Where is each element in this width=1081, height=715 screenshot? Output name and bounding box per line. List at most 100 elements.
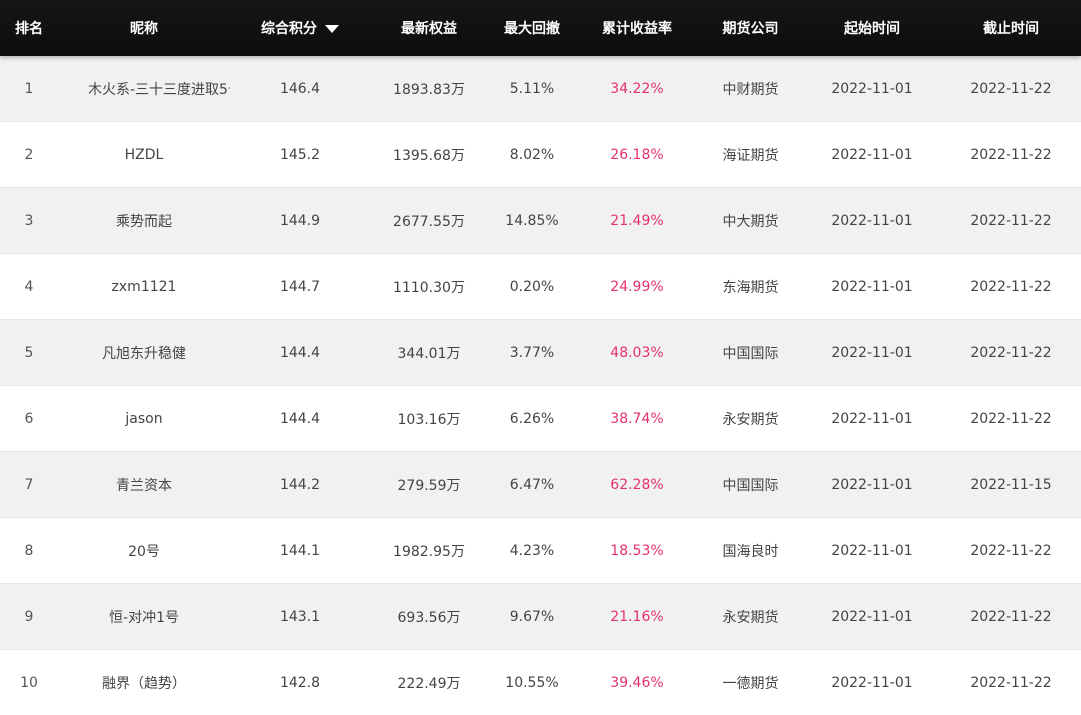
- row-name[interactable]: zxm1121: [58, 254, 230, 319]
- row-name[interactable]: HZDL: [58, 122, 230, 187]
- table-row[interactable]: 9 恒-对冲1号 143.1 693.56万 9.67% 21.16% 永安期货 2022-1…: [0, 584, 1081, 650]
- row-end-date: 2022-11-22: [970, 410, 1052, 427]
- ranking-board: 排名 昵称 综合积分 最新权益 最大回撤 累计收益率 期货公司 起始时间 截止时…: [0, 0, 1081, 715]
- table-row[interactable]: 5 凡旭东升稳健 144.4 344.01万 3.77% 48.03% 中国国际 2022-1…: [0, 320, 1081, 386]
- row-name[interactable]: 青兰资本: [58, 452, 230, 517]
- row-drawdown: 6.26%: [509, 410, 555, 427]
- row-equity: 103.16万: [397, 411, 461, 428]
- row-score: 142.8: [279, 674, 321, 691]
- row-company: 中大期货: [722, 213, 779, 230]
- row-score: 146.4: [279, 80, 321, 97]
- row-score: 144.4: [279, 410, 321, 427]
- row-rank: 6: [24, 410, 34, 427]
- row-score: 144.2: [279, 476, 321, 493]
- table-row[interactable]: 3 乘势而起 144.9 2677.55万 14.85% 21.49% 中大期货 2022-1…: [0, 188, 1081, 254]
- row-return: 39.46%: [610, 674, 664, 691]
- row-company: 中国国际: [722, 477, 779, 494]
- table-row[interactable]: 10 融界（趋势） 142.8 222.49万 10.55% 39.46% 一德期货 2022…: [0, 650, 1081, 715]
- sort-down-icon[interactable]: [325, 25, 339, 33]
- row-start-date: 2022-11-01: [831, 410, 913, 427]
- table-row[interactable]: 7 青兰资本 144.2 279.59万 6.47% 62.28% 中国国际 2022-11-…: [0, 452, 1081, 518]
- table-row[interactable]: 1 木火系-三十三度进取5号 146.4 1893.83万 5.11% 34.22% 中财期…: [0, 56, 1081, 122]
- row-start-date: 2022-11-01: [831, 344, 913, 361]
- row-equity: 2677.55万: [393, 213, 465, 230]
- row-return: 26.18%: [610, 146, 664, 163]
- row-drawdown: 0.20%: [509, 278, 555, 295]
- row-start-date: 2022-11-01: [831, 80, 913, 97]
- row-name[interactable]: 凡旭东升稳健: [58, 320, 230, 385]
- row-company: 中国国际: [722, 345, 779, 362]
- row-drawdown: 8.02%: [509, 146, 555, 163]
- header-drawdown: 最大回撤: [504, 21, 560, 37]
- row-name[interactable]: 20号: [58, 518, 230, 583]
- header-equity: 最新权益: [401, 21, 457, 37]
- row-start-date: 2022-11-01: [831, 212, 913, 229]
- row-drawdown: 5.11%: [509, 80, 555, 97]
- header-name: 昵称: [130, 21, 158, 37]
- row-return: 21.49%: [610, 212, 664, 229]
- row-return: 38.74%: [610, 410, 664, 427]
- row-equity: 1110.30万: [393, 279, 465, 296]
- row-score: 144.4: [279, 344, 321, 361]
- row-rank: 10: [20, 674, 38, 691]
- row-score: 144.7: [279, 278, 321, 295]
- row-drawdown: 6.47%: [509, 476, 555, 493]
- header-rank: 排名: [15, 21, 43, 37]
- row-rank: 2: [24, 146, 34, 163]
- row-rank: 7: [24, 476, 34, 493]
- row-name[interactable]: jason: [58, 386, 230, 451]
- row-start-date: 2022-11-01: [831, 146, 913, 163]
- row-start-date: 2022-11-01: [831, 608, 913, 625]
- row-name[interactable]: 乘势而起: [58, 188, 230, 253]
- row-name[interactable]: 木火系-三十三度进取5号: [58, 56, 230, 121]
- row-name[interactable]: 融界（趋势）: [58, 650, 230, 715]
- row-return: 18.53%: [610, 542, 664, 559]
- row-equity: 279.59万: [397, 477, 461, 494]
- row-start-date: 2022-11-01: [831, 278, 913, 295]
- row-drawdown: 4.23%: [509, 542, 555, 559]
- row-equity: 222.49万: [397, 675, 461, 692]
- header-end-date: 截止时间: [983, 21, 1039, 37]
- row-company: 东海期货: [722, 279, 779, 296]
- row-score: 144.1: [279, 542, 321, 559]
- header-company: 期货公司: [722, 21, 779, 37]
- header-score-sort[interactable]: 综合积分: [230, 0, 370, 56]
- row-rank: 8: [24, 542, 34, 559]
- row-end-date: 2022-11-22: [970, 278, 1052, 295]
- row-score: 144.9: [279, 212, 321, 229]
- row-drawdown: 9.67%: [509, 608, 555, 625]
- row-end-date: 2022-11-22: [970, 608, 1052, 625]
- row-end-date: 2022-11-22: [970, 674, 1052, 691]
- row-rank: 3: [24, 212, 34, 229]
- row-drawdown: 3.77%: [509, 344, 555, 361]
- row-name[interactable]: 恒-对冲1号: [58, 584, 230, 649]
- table-row[interactable]: 2 HZDL 145.2 1395.68万 8.02% 26.18% 海证期货 2022-11…: [0, 122, 1081, 188]
- row-rank: 9: [24, 608, 34, 625]
- row-company: 国海良时: [722, 543, 779, 560]
- row-end-date: 2022-11-22: [970, 146, 1052, 163]
- row-score: 143.1: [279, 608, 321, 625]
- row-end-date: 2022-11-15: [970, 476, 1052, 493]
- row-return: 62.28%: [610, 476, 664, 493]
- row-equity: 344.01万: [397, 345, 461, 362]
- row-start-date: 2022-11-01: [831, 542, 913, 559]
- row-company: 中财期货: [722, 81, 779, 98]
- table-row[interactable]: 4 zxm1121 144.7 1110.30万 0.20% 24.99% 东海期货 2022…: [0, 254, 1081, 320]
- row-rank: 5: [24, 344, 34, 361]
- table-row[interactable]: 8 20号 144.1 1982.95万 4.23% 18.53% 国海良时 2022-11-…: [0, 518, 1081, 584]
- row-company: 一德期货: [722, 675, 779, 692]
- row-equity: 1395.68万: [393, 147, 465, 164]
- row-equity: 1893.83万: [393, 81, 465, 98]
- row-return: 21.16%: [610, 608, 664, 625]
- table-row[interactable]: 6 jason 144.4 103.16万 6.26% 38.74% 永安期货 2022-11…: [0, 386, 1081, 452]
- row-company: 永安期货: [722, 411, 779, 428]
- row-equity: 1982.95万: [393, 543, 465, 560]
- row-return: 48.03%: [610, 344, 664, 361]
- table-body: 1 木火系-三十三度进取5号 146.4 1893.83万 5.11% 34.22% 中财期…: [0, 56, 1081, 715]
- row-start-date: 2022-11-01: [831, 674, 913, 691]
- row-company: 永安期货: [722, 609, 779, 626]
- row-drawdown: 14.85%: [505, 212, 559, 229]
- row-score: 145.2: [279, 146, 321, 163]
- row-end-date: 2022-11-22: [970, 212, 1052, 229]
- header-start-date: 起始时间: [844, 21, 900, 37]
